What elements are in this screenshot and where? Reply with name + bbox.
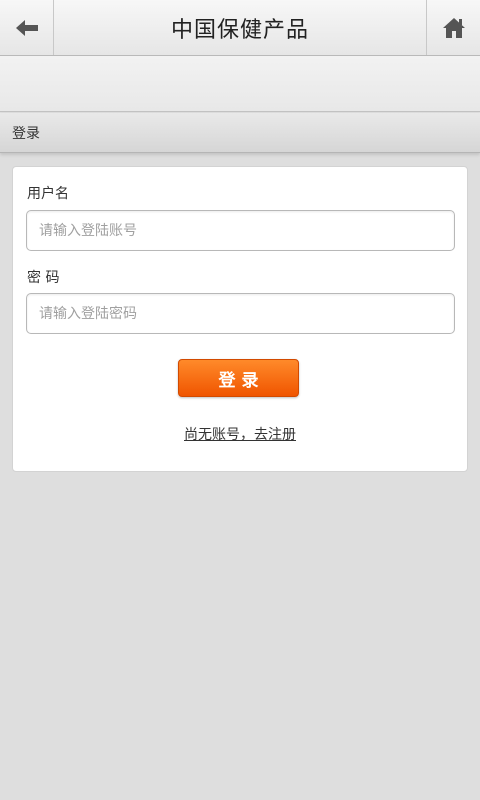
back-button[interactable]: [0, 0, 54, 55]
login-button[interactable]: 登录: [178, 359, 299, 397]
top-navigation-bar: 中国保健产品: [0, 0, 480, 56]
password-input[interactable]: [26, 293, 455, 334]
section-title: 登录: [12, 125, 40, 142]
password-label: 密 码: [27, 270, 60, 286]
login-form-card: 用户名 密 码 登录 尚无账号，去注册: [12, 166, 468, 472]
home-icon: [441, 16, 467, 40]
section-header: 登录: [0, 113, 480, 153]
home-button[interactable]: [426, 0, 480, 55]
username-input[interactable]: [26, 210, 455, 251]
username-label: 用户名: [27, 186, 69, 202]
secondary-toolbar: [0, 56, 480, 112]
arrow-left-icon: [14, 18, 40, 38]
register-link[interactable]: 尚无账号，去注册: [13, 424, 467, 444]
page-title: 中国保健产品: [170, 17, 309, 43]
